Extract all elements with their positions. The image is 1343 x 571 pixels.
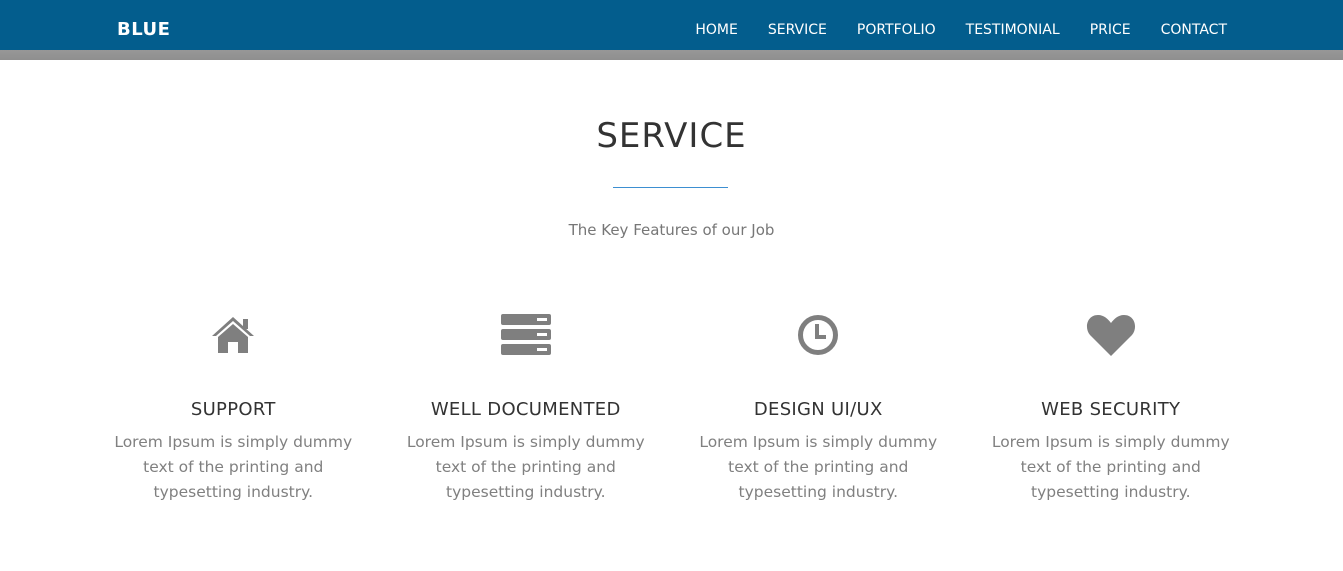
clock-icon — [672, 310, 965, 360]
heart-icon — [965, 310, 1258, 360]
nav-contact[interactable]: CONTACT — [1161, 22, 1227, 38]
feature-text: Lorem Ipsum is simply dummy text of the … — [114, 433, 353, 501]
brand-logo[interactable]: BLUE — [117, 0, 170, 50]
feature-title: DESIGN UI/UX — [753, 399, 883, 420]
feature-text: Lorem Ipsum is simply dummy text of the … — [991, 433, 1230, 501]
nav-price[interactable]: PRICE — [1090, 22, 1131, 38]
feature-well-documented: WELL DOCUMENTED Lorem Ipsum is simply du… — [380, 310, 673, 505]
section-subtitle: The Key Features of our Job — [568, 221, 775, 239]
feature-text: Lorem Ipsum is simply dummy text of the … — [406, 433, 645, 501]
nav-home[interactable]: HOME — [695, 22, 737, 38]
navbar-shadow — [0, 50, 1343, 60]
feature-design-ui-ux: DESIGN UI/UX Lorem Ipsum is simply dummy… — [672, 310, 965, 505]
feature-support: SUPPORT Lorem Ipsum is simply dummy text… — [87, 310, 380, 505]
nav-testimonial[interactable]: TESTIMONIAL — [966, 22, 1060, 38]
feature-title: WELL DOCUMENTED — [430, 399, 621, 420]
main-nav: HOME SERVICE PORTFOLIO TESTIMONIAL PRICE… — [695, 0, 1227, 50]
home-icon — [87, 310, 380, 360]
feature-title: WEB SECURITY — [1041, 399, 1181, 420]
feature-text: Lorem Ipsum is simply dummy text of the … — [699, 433, 938, 501]
nav-service[interactable]: SERVICE — [768, 22, 827, 38]
section-title: SERVICE — [596, 116, 747, 156]
feature-web-security: WEB SECURITY Lorem Ipsum is simply dummy… — [965, 310, 1258, 505]
nav-portfolio[interactable]: PORTFOLIO — [857, 22, 936, 38]
server-icon — [380, 310, 673, 360]
feature-title: SUPPORT — [190, 399, 276, 420]
navbar: BLUE HOME SERVICE PORTFOLIO TESTIMONIAL … — [0, 0, 1343, 50]
features-row: SUPPORT Lorem Ipsum is simply dummy text… — [87, 310, 1257, 505]
title-divider — [613, 187, 728, 188]
